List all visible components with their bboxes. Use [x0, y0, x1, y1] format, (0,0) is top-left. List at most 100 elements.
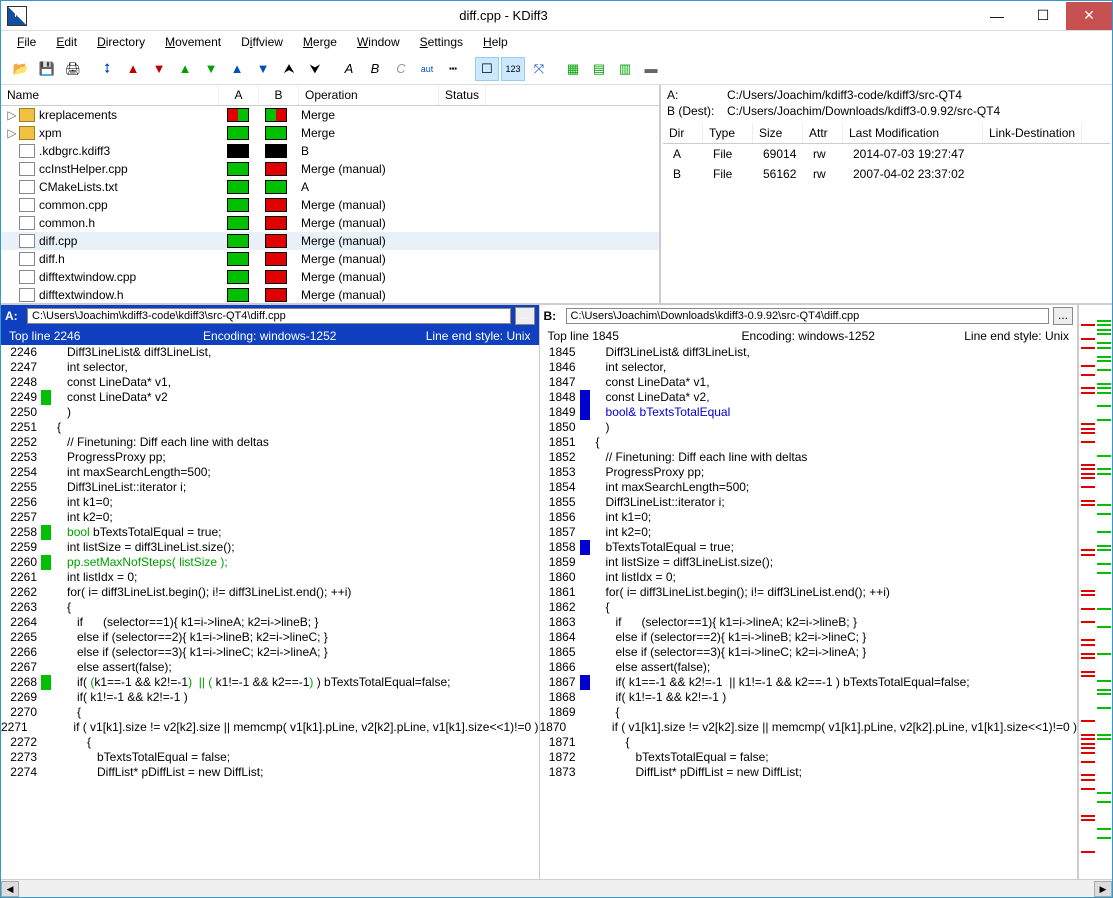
select-a-button[interactable]: A — [337, 57, 361, 81]
status-a-box — [227, 144, 249, 158]
file-icon — [19, 216, 35, 230]
col-a[interactable]: A — [219, 85, 259, 105]
horizontal-scrollbar[interactable]: ◀ ▶ — [1, 879, 1112, 897]
goto-current-button[interactable]: ⭥ — [95, 57, 119, 81]
auto-button[interactable]: aut — [415, 57, 439, 81]
scroll-left[interactable]: ◀ — [1, 881, 19, 897]
code-area-b[interactable]: 1845 Diff3LineList& diff3LineList,1846 i… — [540, 345, 1078, 879]
wrap-button[interactable]: ⤧ — [527, 57, 551, 81]
show-whitespace-button[interactable]: ☐ — [475, 57, 499, 81]
pane-a-topline: Top line 2246 — [9, 329, 183, 343]
extra-button[interactable]: ▬ — [639, 57, 663, 81]
file-icon — [19, 270, 35, 284]
layout3-button[interactable]: ▥ — [613, 57, 637, 81]
print-button[interactable]: 🖨 — [61, 57, 85, 81]
pane-b-browse[interactable]: ... — [1053, 307, 1073, 325]
prev-diff-button[interactable]: ▲ — [173, 57, 197, 81]
code-line: 2261 int listIdx = 0; — [1, 570, 539, 585]
info-a-path: C:/Users/Joachim/kdiff3-code/kdiff3/src-… — [727, 88, 962, 102]
tree-row[interactable]: ▷xpmMerge — [1, 124, 659, 142]
prev-conflict-button[interactable]: ▲ — [121, 57, 145, 81]
code-line: 2248 const LineData* v1, — [1, 375, 539, 390]
open-button[interactable]: 📂 — [9, 57, 33, 81]
prev-unsolved-button[interactable]: ▲ — [225, 57, 249, 81]
menu-movement[interactable]: Movement — [157, 33, 229, 51]
code-line: 2257 int k2=0; — [1, 510, 539, 525]
prev-delta-button[interactable]: ⮝ — [277, 57, 301, 81]
show-linenumbers-button[interactable]: 123 — [501, 57, 525, 81]
code-line: 2251{ — [1, 420, 539, 435]
next-delta-button[interactable]: ⮟ — [303, 57, 327, 81]
tree-row[interactable]: ccInstHelper.cppMerge (manual) — [1, 160, 659, 178]
tree-item-name: ccInstHelper.cpp — [39, 162, 219, 176]
menu-diffview[interactable]: Diffview — [233, 33, 291, 51]
tree-row[interactable]: common.cppMerge (manual) — [1, 196, 659, 214]
pane-b-topline: Top line 1845 — [548, 329, 722, 343]
tree-op: Merge — [295, 108, 435, 122]
menu-window[interactable]: Window — [349, 33, 408, 51]
menu-file[interactable]: File — [9, 33, 44, 51]
next-unsolved-button[interactable]: ▼ — [251, 57, 275, 81]
tree-op: B — [295, 144, 435, 158]
code-line: 1866 else assert(false); — [540, 660, 1078, 675]
pane-a-encoding: Encoding: windows-1252 — [183, 329, 357, 343]
file-icon — [19, 144, 35, 158]
maximize-button[interactable]: ☐ — [1020, 2, 1066, 30]
directory-tree[interactable]: Name A B Operation Status ▷kreplacements… — [1, 85, 661, 303]
layout2-button[interactable]: ▤ — [587, 57, 611, 81]
code-line: 1861 for( i= diff3LineList.begin(); i!= … — [540, 585, 1078, 600]
close-button[interactable]: ✕ — [1066, 2, 1112, 30]
code-area-a[interactable]: 2246 Diff3LineList& diff3LineList,2247 i… — [1, 345, 539, 879]
menu-help[interactable]: Help — [475, 33, 516, 51]
tree-row[interactable]: difftextwindow.hMerge (manual) — [1, 286, 659, 303]
select-b-button[interactable]: B — [363, 57, 387, 81]
tree-row[interactable]: .kdbgrc.kdiff3B — [1, 142, 659, 160]
expand-icon[interactable]: ▷ — [5, 126, 19, 140]
save-button[interactable]: 💾 — [35, 57, 59, 81]
info-row[interactable]: BFile56162rw2007-04-02 23:37:02 — [663, 164, 1110, 184]
tree-row[interactable]: diff.hMerge (manual) — [1, 250, 659, 268]
pane-a-path[interactable] — [27, 308, 511, 324]
select-c-button[interactable]: C — [389, 57, 413, 81]
expand-icon[interactable]: ▷ — [5, 108, 19, 122]
tree-row[interactable]: difftextwindow.cppMerge (manual) — [1, 268, 659, 286]
code-line: 2262 for( i= diff3LineList.begin(); i!= … — [1, 585, 539, 600]
col-status[interactable]: Status — [439, 85, 486, 105]
info-panel: A:C:/Users/Joachim/kdiff3-code/kdiff3/sr… — [661, 85, 1112, 303]
scroll-right[interactable]: ▶ — [1094, 881, 1112, 897]
code-line: 2253 ProgressProxy pp; — [1, 450, 539, 465]
code-line: 1846 int selector, — [540, 360, 1078, 375]
code-line: 1857 int k2=0; — [540, 525, 1078, 540]
col-name[interactable]: Name — [1, 85, 219, 105]
info-header: Dir Type Size Attr Last Modification Lin… — [663, 123, 1110, 144]
overview-bar[interactable] — [1078, 305, 1112, 879]
code-line: 2252 // Finetuning: Diff each line with … — [1, 435, 539, 450]
minimize-button[interactable]: — — [974, 2, 1020, 30]
next-conflict-button[interactable]: ▼ — [147, 57, 171, 81]
col-b[interactable]: B — [259, 85, 299, 105]
file-icon — [19, 252, 35, 266]
tree-row[interactable]: ▷kreplacementsMerge — [1, 106, 659, 124]
menu-edit[interactable]: Edit — [48, 33, 85, 51]
col-op[interactable]: Operation — [299, 85, 439, 105]
layout1-button[interactable]: ▦ — [561, 57, 585, 81]
status-b-box — [265, 234, 287, 248]
code-line: 1859 int listSize = diff3LineList.size()… — [540, 555, 1078, 570]
status-a-box — [227, 216, 249, 230]
tree-row[interactable]: diff.cppMerge (manual) — [1, 232, 659, 250]
pane-a-browse[interactable]: ... — [515, 307, 535, 325]
folder-icon — [19, 108, 35, 122]
tree-row[interactable]: CMakeLists.txtA — [1, 178, 659, 196]
tree-row[interactable]: common.hMerge (manual) — [1, 214, 659, 232]
pane-b-path[interactable] — [566, 308, 1050, 324]
status-b-box — [265, 288, 287, 302]
split-button[interactable]: ┅ — [441, 57, 465, 81]
menu-directory[interactable]: Directory — [89, 33, 153, 51]
pane-a-label: A: — [5, 309, 23, 323]
menu-merge[interactable]: Merge — [295, 33, 345, 51]
next-diff-button[interactable]: ▼ — [199, 57, 223, 81]
menu-settings[interactable]: Settings — [412, 33, 471, 51]
code-line: 1873 DiffList* pDiffList = new DiffList; — [540, 765, 1078, 780]
status-b-box — [265, 198, 287, 212]
info-row[interactable]: AFile69014rw2014-07-03 19:27:47 — [663, 144, 1110, 164]
